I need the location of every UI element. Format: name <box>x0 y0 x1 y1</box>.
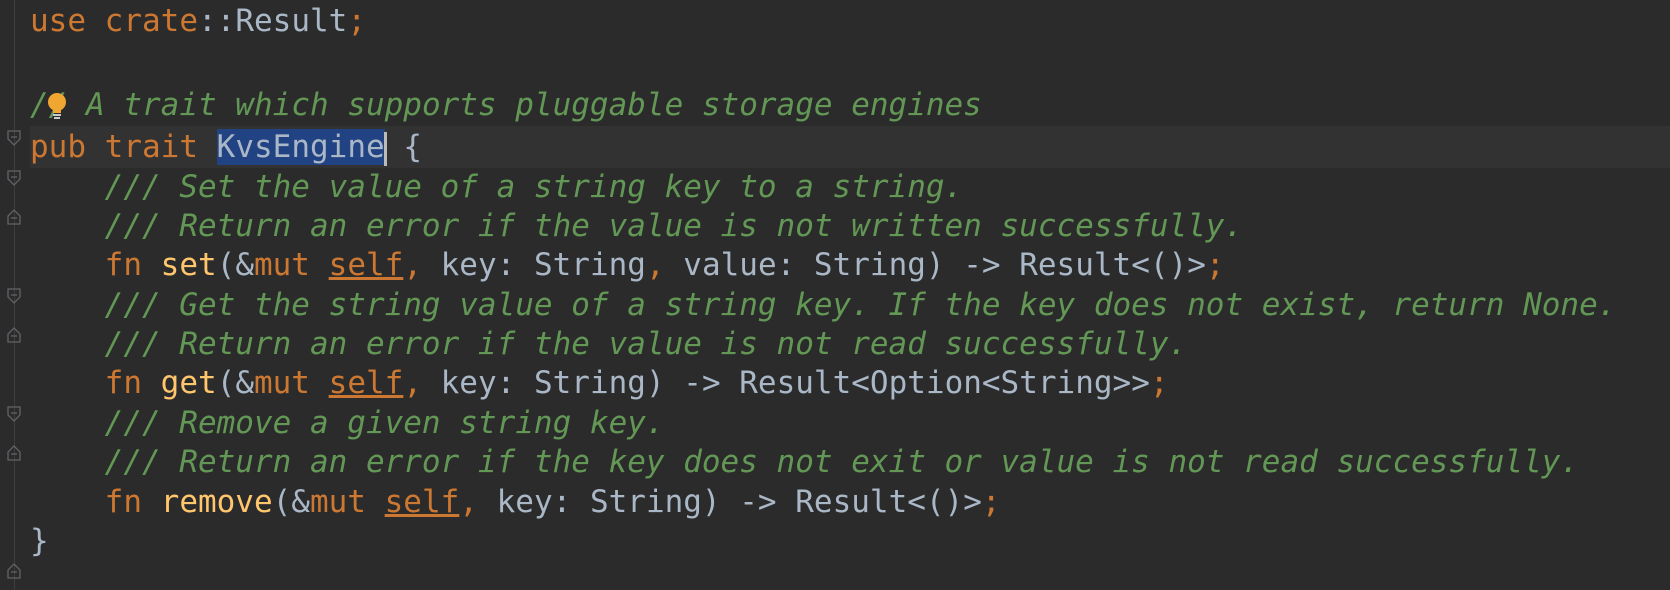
code-line[interactable]: /// Return an error if the value is not … <box>30 205 1243 247</box>
keyword-trait: trait <box>104 129 198 165</box>
keyword-pub: pub <box>30 129 86 165</box>
self-param: self <box>328 365 404 401</box>
code-line[interactable]: fn set(&mut self, key: String, value: St… <box>30 244 1225 286</box>
param-key-return: key: String) -> Result<Option<String>> <box>421 365 1150 401</box>
semicolon: ; <box>981 484 1001 520</box>
fold-close-icon[interactable] <box>7 445 21 461</box>
param-key-return: key: String) -> Result<()> <box>477 484 982 520</box>
comma: , <box>403 247 422 283</box>
paren-ref: (& <box>216 247 254 283</box>
current-code-line[interactable]: pub trait KvsEngine { <box>30 126 1670 168</box>
code-line[interactable]: /// Get the string value of a string key… <box>30 284 1617 326</box>
open-brace: { <box>384 129 422 165</box>
self-param: self <box>384 484 460 520</box>
code-line[interactable]: /// Return an error if the key does not … <box>30 441 1579 483</box>
keyword-fn: fn <box>104 247 142 283</box>
doc-comment: /// Return an error if the key does not … <box>104 444 1580 480</box>
param-value-return: value: String) -> Result<()> <box>664 247 1206 283</box>
keyword-crate: crate <box>104 3 198 39</box>
fold-close-icon[interactable] <box>7 327 21 343</box>
fold-open-icon[interactable] <box>7 288 21 304</box>
doc-comment: /// Remove a given string key. <box>104 405 665 441</box>
code-line[interactable]: } <box>30 520 49 562</box>
code-line[interactable]: /// Return an error if the value is not … <box>30 323 1188 365</box>
doc-comment: /// Get the string value of a string key… <box>104 287 1617 323</box>
keyword-mut: mut <box>253 365 310 401</box>
function-name-get: get <box>160 365 217 401</box>
code-editor[interactable]: use crate::Result; // A trait which supp… <box>0 0 1670 590</box>
fold-close-icon[interactable] <box>7 563 21 579</box>
comma: , <box>459 484 478 520</box>
code-line[interactable]: use crate::Result; <box>30 0 366 42</box>
keyword-fn: fn <box>104 365 142 401</box>
comma: , <box>645 247 665 283</box>
paren-ref: (& <box>272 484 310 520</box>
paren-ref: (& <box>216 365 254 401</box>
fold-close-icon[interactable] <box>7 209 21 225</box>
doc-comment: /// Set the value of a string key to a s… <box>104 169 964 205</box>
fold-open-icon[interactable] <box>7 130 21 146</box>
path-text: ::Result <box>198 3 348 39</box>
selected-trait-name[interactable]: KvsEngine <box>216 129 385 165</box>
lightbulb-icon[interactable] <box>46 92 68 120</box>
fold-open-icon[interactable] <box>7 170 21 186</box>
doc-comment: /// Return an error if the value is not … <box>104 326 1188 362</box>
code-line[interactable]: /// Set the value of a string key to a s… <box>30 166 964 208</box>
doc-comment: / A trait which supports pluggable stora… <box>48 87 982 123</box>
self-param: self <box>328 247 404 283</box>
semicolon: ; <box>347 3 366 39</box>
editor-gutter <box>0 0 30 590</box>
code-line[interactable]: /// Remove a given string key. <box>30 402 665 444</box>
code-line[interactable]: // A trait which supports pluggable stor… <box>30 84 982 126</box>
keyword-mut: mut <box>309 484 366 520</box>
function-name-set: set <box>160 247 217 283</box>
close-brace: } <box>30 523 49 559</box>
fold-open-icon[interactable] <box>7 406 21 422</box>
keyword-use: use <box>30 3 86 39</box>
semicolon: ; <box>1205 247 1225 283</box>
param-key: key: String <box>421 247 646 283</box>
keyword-fn: fn <box>104 484 142 520</box>
doc-comment: /// Return an error if the value is not … <box>104 208 1244 244</box>
code-line[interactable]: fn remove(&mut self, key: String) -> Res… <box>30 481 1001 523</box>
code-line[interactable]: fn get(&mut self, key: String) -> Result… <box>30 362 1169 404</box>
comma: , <box>403 365 422 401</box>
semicolon: ; <box>1149 365 1169 401</box>
keyword-mut: mut <box>253 247 310 283</box>
function-name-remove: remove <box>160 484 273 520</box>
